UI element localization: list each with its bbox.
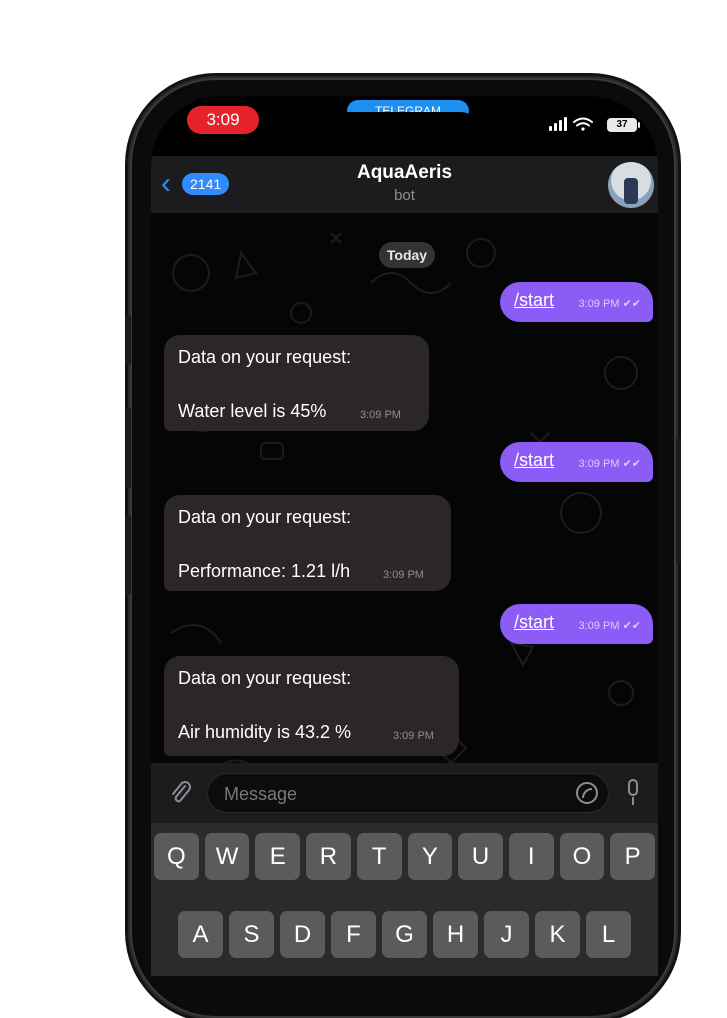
- key-g[interactable]: G: [382, 911, 427, 958]
- message-line-1: Data on your request:: [178, 668, 352, 688]
- read-check-icon: ✔✔: [622, 298, 641, 310]
- chat-title[interactable]: AquaAeris: [151, 162, 658, 184]
- key-i[interactable]: I: [508, 833, 554, 880]
- message-time: 3:09 PM: [360, 409, 401, 421]
- incoming-message[interactable]: Data on your request: Water level is 45%…: [164, 335, 429, 431]
- message-composer: [151, 763, 658, 823]
- outgoing-message[interactable]: /start 3:09 PM ✔✔: [500, 442, 653, 482]
- action-button: [126, 315, 131, 365]
- outgoing-message[interactable]: /start 3:09 PM ✔✔: [500, 282, 653, 322]
- key-y[interactable]: Y: [407, 833, 453, 880]
- sticker-icon[interactable]: [576, 782, 598, 804]
- keyboard: Q W E R T Y U I O P A S D F G H J K L: [151, 823, 658, 976]
- chat-header: ‹ 2141 AquaAeris bot: [151, 156, 658, 213]
- key-a[interactable]: A: [178, 911, 223, 958]
- command-link[interactable]: /start: [514, 450, 554, 471]
- key-r[interactable]: R: [306, 833, 351, 880]
- message-line-2: Performance: 1.21 l/h: [178, 561, 351, 581]
- key-h[interactable]: H: [433, 911, 478, 958]
- outgoing-message[interactable]: /start 3:09 PM ✔✔: [500, 604, 653, 644]
- attach-icon[interactable]: [165, 778, 195, 808]
- message-time: 3:09 PM ✔✔: [578, 298, 641, 310]
- incoming-message[interactable]: Data on your request: Performance: 1.21 …: [164, 495, 451, 591]
- command-link[interactable]: /start: [514, 612, 554, 633]
- signal-icon: [549, 117, 567, 131]
- message-line-2: Air humidity is 43.2 %: [178, 722, 352, 742]
- key-d[interactable]: D: [280, 911, 325, 958]
- command-link[interactable]: /start: [514, 290, 554, 311]
- incoming-message[interactable]: Data on your request: Air humidity is 43…: [164, 656, 459, 756]
- key-j[interactable]: J: [484, 911, 529, 958]
- date-separator: Today: [379, 242, 435, 268]
- key-t[interactable]: T: [356, 833, 402, 880]
- key-f[interactable]: F: [331, 911, 376, 958]
- status-time[interactable]: 3:09: [187, 106, 259, 134]
- chat-subtitle: bot: [394, 187, 415, 204]
- wifi-icon: [573, 117, 593, 131]
- read-check-icon: ✔✔: [622, 620, 641, 632]
- key-e[interactable]: E: [255, 833, 301, 880]
- power-button: [676, 438, 681, 563]
- key-u[interactable]: U: [458, 833, 503, 880]
- status-bar: 3:09 TELEGRAM 37: [151, 96, 658, 160]
- bot-avatar[interactable]: [608, 162, 654, 208]
- message-line-1: Data on your request:: [178, 347, 352, 367]
- message-time: 3:09 PM ✔✔: [578, 620, 641, 632]
- keyboard-row-2: A S D F G H J K L: [151, 911, 658, 958]
- keyboard-row-1: Q W E R T Y U I O P: [151, 833, 658, 880]
- key-o[interactable]: O: [559, 833, 605, 880]
- battery-icon: 37: [607, 118, 640, 132]
- key-l[interactable]: L: [586, 911, 631, 958]
- message-time: 3:09 PM: [383, 569, 424, 581]
- message-input[interactable]: [222, 780, 556, 808]
- message-time: 3:09 PM ✔✔: [578, 458, 641, 470]
- volume-down-button: [126, 515, 131, 595]
- volume-up-button: [126, 408, 131, 488]
- key-s[interactable]: S: [229, 911, 274, 958]
- phone-screen: 3:09 TELEGRAM 37 ‹ 2141 AquaAeris bot To…: [151, 96, 658, 976]
- message-field[interactable]: [207, 773, 609, 813]
- mic-stand: [632, 797, 634, 805]
- key-w[interactable]: W: [204, 833, 250, 880]
- mic-body: [628, 779, 638, 796]
- message-line-2: Water level is 45%: [178, 401, 327, 421]
- signal-wifi-icons: [549, 117, 593, 131]
- read-check-icon: ✔✔: [622, 458, 641, 470]
- message-line-1: Data on your request:: [178, 507, 352, 527]
- avatar-device-shape: [624, 178, 638, 204]
- mic-icon[interactable]: [625, 779, 641, 807]
- message-time: 3:09 PM: [393, 730, 434, 742]
- key-q[interactable]: Q: [153, 833, 199, 880]
- key-p[interactable]: P: [610, 833, 656, 880]
- key-k[interactable]: K: [535, 911, 580, 958]
- dynamic-island: [326, 112, 484, 160]
